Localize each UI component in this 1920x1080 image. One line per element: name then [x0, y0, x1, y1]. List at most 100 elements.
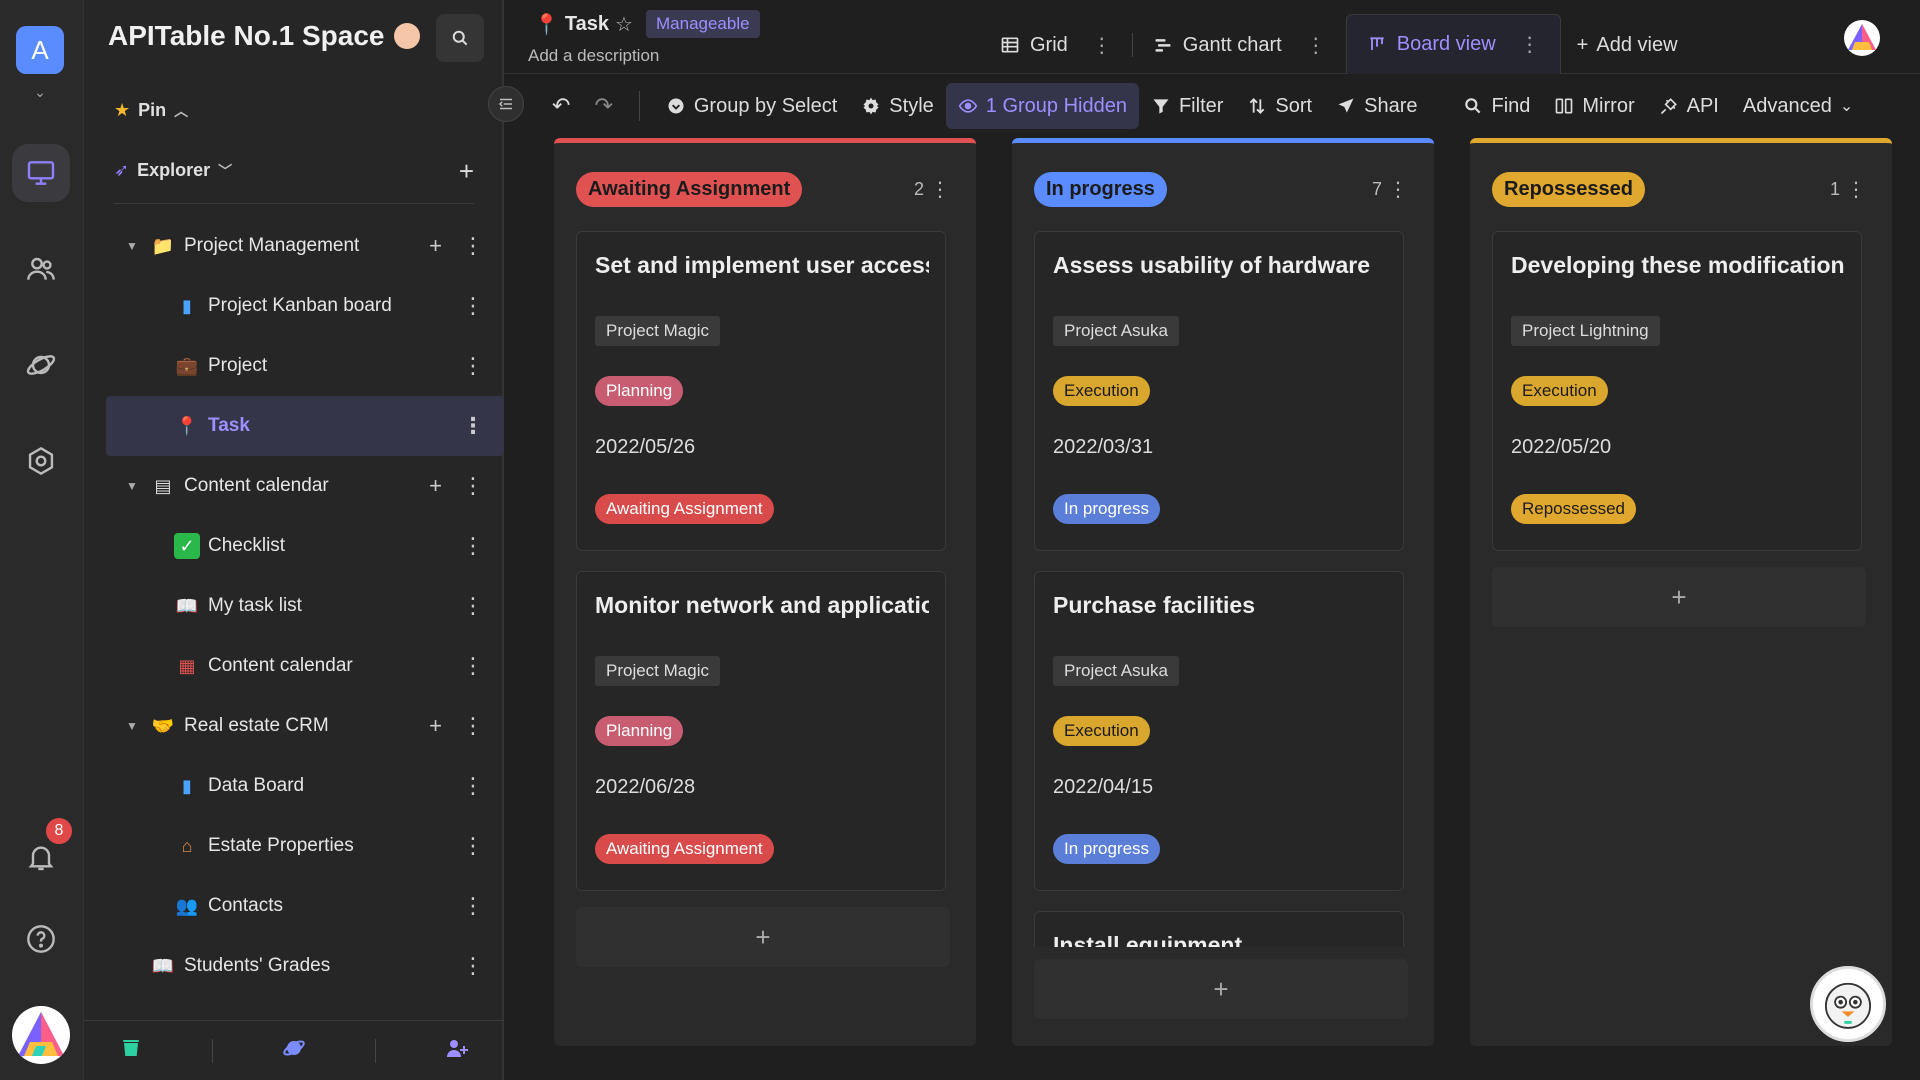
- help-button[interactable]: [12, 910, 70, 968]
- column-header[interactable]: In progress 7 ⋮: [1034, 169, 1412, 209]
- chevron-down-icon[interactable]: ⌄: [28, 84, 52, 100]
- add-child-button[interactable]: +: [429, 473, 442, 499]
- sidebar-item[interactable]: 📍 Task ⋮: [106, 396, 504, 456]
- workbench-button[interactable]: [12, 144, 70, 202]
- sidebar-item[interactable]: 📖 Students' Grades ⋮: [106, 936, 504, 996]
- card-title: Install equipment: [1053, 932, 1243, 947]
- more-icon[interactable]: ⋮: [462, 593, 484, 619]
- tab-grid[interactable]: Grid ⋮: [980, 16, 1132, 74]
- record-card[interactable]: Purchase facilities Project Asuka Executio…: [1034, 571, 1404, 891]
- sidebar-item[interactable]: ▮ Data Board ⋮: [106, 756, 504, 816]
- column-header[interactable]: Repossessed 1 ⋮: [1492, 169, 1870, 209]
- notifications-button[interactable]: 8: [12, 816, 74, 886]
- more-icon[interactable]: ⋮: [462, 533, 484, 559]
- column-header[interactable]: Awaiting Assignment 2 ⋮: [576, 169, 954, 209]
- space-title[interactable]: APITable No.1 Space: [108, 20, 421, 52]
- star-outline-icon[interactable]: ☆: [615, 12, 633, 37]
- group-by-button[interactable]: Group by Select: [654, 83, 849, 129]
- sort-button[interactable]: Sort: [1235, 83, 1324, 129]
- record-card[interactable]: Install equipment: [1034, 911, 1404, 947]
- more-icon[interactable]: ⋮: [462, 473, 484, 499]
- hidden-groups-button[interactable]: 1 Group Hidden: [945, 83, 1139, 129]
- redo-button[interactable]: ↷: [582, 83, 624, 129]
- invite-member-button[interactable]: [445, 1036, 469, 1065]
- more-icon[interactable]: ⋮: [1388, 177, 1408, 202]
- sidebar-item[interactable]: ▼ 🤝 Real estate CRM + ⋮: [106, 696, 504, 756]
- advanced-button[interactable]: Advanced ⌄: [1731, 83, 1865, 129]
- more-icon[interactable]: ⋮: [462, 833, 484, 859]
- filter-button[interactable]: Filter: [1139, 83, 1235, 129]
- datasheet-title[interactable]: 📍 Task ☆: [534, 12, 633, 37]
- sidebar-item[interactable]: ✓ Checklist ⋮: [106, 516, 504, 576]
- api-button[interactable]: API: [1647, 83, 1731, 129]
- pin-section-header[interactable]: ★ Pin ︿: [114, 100, 188, 121]
- assistant-bot-button[interactable]: [1810, 966, 1886, 1042]
- tab-gantt[interactable]: Gantt chart ⋮: [1133, 16, 1346, 74]
- more-icon[interactable]: ⋮: [1520, 32, 1540, 57]
- more-icon[interactable]: ⋮: [462, 293, 484, 319]
- caret-down-icon[interactable]: ▼: [126, 239, 138, 253]
- more-icon[interactable]: ⋮: [1092, 33, 1112, 58]
- more-icon[interactable]: ⋮: [462, 953, 484, 979]
- add-record-button[interactable]: +: [576, 907, 950, 967]
- record-card[interactable]: Assess usability of hardware Project Asuk…: [1034, 231, 1404, 551]
- add-child-button[interactable]: +: [429, 713, 442, 739]
- explorer-section-header[interactable]: ➶ Explorer ﹀ +: [114, 156, 474, 186]
- workspace-switcher[interactable]: A: [16, 26, 64, 74]
- more-icon[interactable]: ⋮: [1846, 177, 1866, 202]
- more-icon[interactable]: ⋮: [462, 353, 484, 379]
- record-card[interactable]: Set and implement user access Project Mag…: [576, 231, 946, 551]
- send-icon: [1338, 98, 1354, 113]
- sidebar-item[interactable]: 📖 My task list ⋮: [106, 576, 504, 636]
- board-column: In progress 7 ⋮ Assess usability of hardwar…: [1012, 138, 1434, 1046]
- more-icon[interactable]: ⋮: [462, 893, 484, 919]
- caret-down-icon[interactable]: ▼: [126, 719, 138, 733]
- filter-icon: [1153, 99, 1169, 114]
- settings-button[interactable]: [12, 432, 70, 490]
- style-button[interactable]: Style: [849, 83, 945, 129]
- sidebar-search-button[interactable]: [436, 14, 484, 62]
- sidebar-item[interactable]: 💼 Project ⋮: [106, 336, 504, 396]
- add-record-button[interactable]: +: [1492, 567, 1866, 627]
- more-icon[interactable]: ⋮: [462, 413, 484, 439]
- sidebar-item-label: Data Board: [208, 775, 305, 796]
- templates-button[interactable]: [12, 336, 70, 394]
- record-card[interactable]: Monitor network and application Project M…: [576, 571, 946, 891]
- add-record-button[interactable]: +: [1034, 959, 1408, 1019]
- description-field[interactable]: Add a description: [528, 46, 659, 66]
- sidebar-item[interactable]: ▦ Content calendar ⋮: [106, 636, 504, 696]
- undo-button[interactable]: ↶: [540, 83, 582, 129]
- caret-down-icon[interactable]: ▼: [126, 479, 138, 493]
- add-node-button[interactable]: +: [459, 156, 474, 187]
- board-column: Repossessed 1 ⋮ Developing these modificati…: [1470, 138, 1892, 1046]
- bell-icon: [28, 846, 54, 871]
- sidebar-item[interactable]: ▮ Project Kanban board ⋮: [106, 276, 504, 336]
- search-icon: [452, 30, 468, 46]
- share-button[interactable]: Share: [1324, 83, 1429, 129]
- record-card[interactable]: Developing these modifications Project Li…: [1492, 231, 1862, 551]
- more-icon[interactable]: ⋮: [462, 773, 484, 799]
- more-icon[interactable]: ⋮: [1306, 33, 1326, 58]
- sidebar-item[interactable]: ▼ 📁 Project Management + ⋮: [106, 216, 504, 276]
- collapse-sidebar-button[interactable]: [488, 86, 524, 122]
- more-icon[interactable]: ⋮: [930, 177, 950, 202]
- template-center-button[interactable]: [282, 1036, 306, 1065]
- people-icon: [27, 257, 55, 280]
- more-icon[interactable]: ⋮: [462, 653, 484, 679]
- sidebar-item[interactable]: ⌂ Estate Properties ⋮: [106, 816, 504, 876]
- user-avatar[interactable]: [12, 1006, 70, 1064]
- more-icon[interactable]: ⋮: [462, 233, 484, 259]
- members-button[interactable]: [12, 240, 70, 298]
- add-view-button[interactable]: + Add view: [1561, 16, 1694, 74]
- tab-board-view[interactable]: Board view ⋮: [1345, 14, 1561, 74]
- trash-button[interactable]: [119, 1036, 143, 1065]
- view-header: 📍 Task ☆ Manageable Add a description Gr…: [504, 0, 1920, 74]
- sidebar-item[interactable]: 👥 Contacts ⋮: [106, 876, 504, 936]
- find-button[interactable]: Find: [1451, 83, 1542, 129]
- more-icon[interactable]: ⋮: [462, 713, 484, 739]
- mirror-button[interactable]: Mirror: [1542, 83, 1646, 129]
- sidebar-item[interactable]: ▼ ▤ Content calendar + ⋮: [106, 456, 504, 516]
- add-child-button[interactable]: +: [429, 233, 442, 259]
- collaborator-avatar[interactable]: [1844, 20, 1880, 56]
- divider: [211, 1038, 213, 1063]
